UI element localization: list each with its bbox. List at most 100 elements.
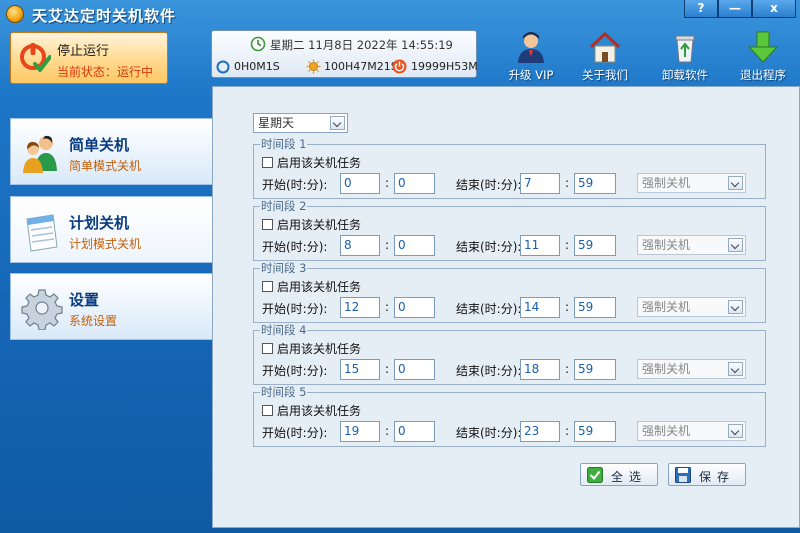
enable-task-checkbox[interactable]: 启用该关机任务 (262, 278, 361, 295)
colon: : (565, 176, 570, 190)
colon: : (385, 238, 390, 252)
checkbox-box[interactable] (262, 405, 273, 416)
chevron-down-icon (728, 176, 743, 190)
colon: : (565, 238, 570, 252)
checkbox-box[interactable] (262, 157, 273, 168)
shutdown-mode-select[interactable]: 强制关机 (637, 235, 746, 255)
end-minute-input[interactable]: 59 (574, 173, 616, 194)
end-hour-input[interactable]: 11 (520, 235, 560, 256)
start-hour-input[interactable]: 8 (340, 235, 380, 256)
shutdown-mode-value: 强制关机 (642, 424, 691, 438)
time-slot-4: 时间段 4 启用该关机任务 开始(时:分): 15 : 0 结束(时:分): 1… (253, 323, 766, 385)
end-minute-input[interactable]: 59 (574, 235, 616, 256)
time-slot-5: 时间段 5 启用该关机任务 开始(时:分): 19 : 0 结束(时:分): 2… (253, 385, 766, 447)
close-button[interactable]: x (752, 0, 796, 18)
colon: : (565, 424, 570, 438)
shutdown-mode-value: 强制关机 (642, 300, 691, 314)
enable-task-label: 启用该关机任务 (277, 342, 362, 356)
exit-program-button[interactable]: 退出程序 (728, 30, 798, 82)
chevron-down-icon (728, 300, 743, 314)
enable-task-checkbox[interactable]: 启用该关机任务 (262, 154, 361, 171)
nav-plan-title: 计划关机 (69, 214, 130, 232)
save-button[interactable]: 保存 (668, 463, 746, 486)
end-label: 结束(时:分): (456, 302, 522, 316)
select-all-button[interactable]: 全选 (580, 463, 658, 486)
current-status: 当前状态：运行中 (57, 65, 154, 79)
end-hour-input[interactable]: 14 (520, 297, 560, 318)
colon: : (385, 362, 390, 376)
checkbox-box[interactable] (262, 281, 273, 292)
nav-plan-shutdown[interactable]: 计划关机 计划模式关机 (10, 196, 212, 263)
home-icon (589, 31, 621, 63)
uptime-counter: 0H0M1S (234, 60, 280, 73)
download-arrow-icon (747, 31, 779, 63)
nav-settings-title: 设置 (69, 291, 100, 309)
start-minute-input[interactable]: 0 (394, 173, 435, 194)
time-slot-2: 时间段 2 启用该关机任务 开始(时:分): 8 : 0 结束(时:分): 11… (253, 199, 766, 261)
start-label: 开始(时:分): (262, 302, 328, 316)
upgrade-vip-label: 升级 VIP (508, 68, 554, 82)
start-label: 开始(时:分): (262, 426, 328, 440)
time-slot-3: 时间段 3 启用该关机任务 开始(时:分): 12 : 0 结束(时:分): 1… (253, 261, 766, 323)
nav-simple-shutdown[interactable]: 简单关机 简单模式关机 (10, 118, 212, 185)
end-minute-input[interactable]: 59 (574, 297, 616, 318)
colon: : (565, 362, 570, 376)
checkbox-box[interactable] (262, 219, 273, 230)
vip-user-icon (518, 32, 544, 63)
shutdown-mode-select[interactable]: 强制关机 (637, 173, 746, 193)
info-box: 星期二 11月8日 2022年 14:55:19 0H0M1S 100H47M2… (211, 30, 477, 78)
clock-icon (250, 36, 266, 52)
stop-run-button[interactable]: 停止运行 当前状态：运行中 (10, 32, 168, 84)
about-us-button[interactable]: 关于我们 (570, 30, 640, 82)
app-window: 天艾达定时关机软件 ? — x 停止运行 当前状态：运行中 星期二 11月8日 … (0, 0, 800, 533)
exit-program-label: 退出程序 (740, 68, 786, 82)
start-hour-input[interactable]: 0 (340, 173, 380, 194)
end-minute-input[interactable]: 59 (574, 421, 616, 442)
checkmark-icon (587, 467, 603, 483)
uninstall-button[interactable]: 卸载软件 (650, 30, 720, 82)
minimize-button[interactable]: — (718, 0, 752, 18)
shutdown-mode-select[interactable]: 强制关机 (637, 421, 746, 441)
start-label: 开始(时:分): (262, 178, 328, 192)
checkbox-box[interactable] (262, 343, 273, 354)
shutdown-mode-value: 强制关机 (642, 176, 691, 190)
shutdown-mode-value: 强制关机 (642, 238, 691, 252)
nav-simple-subtitle: 简单模式关机 (69, 159, 142, 173)
time-slot-title: 时间段 2 (260, 199, 308, 213)
start-hour-input[interactable]: 19 (340, 421, 380, 442)
enable-task-checkbox[interactable]: 启用该关机任务 (262, 216, 361, 233)
start-minute-input[interactable]: 0 (394, 421, 435, 442)
start-minute-input[interactable]: 0 (394, 235, 435, 256)
end-hour-input[interactable]: 18 (520, 359, 560, 380)
enable-task-label: 启用该关机任务 (277, 156, 362, 170)
chevron-down-icon (728, 424, 743, 438)
colon: : (565, 300, 570, 314)
shutdown-mode-select[interactable]: 强制关机 (637, 297, 746, 317)
time-slot-title: 时间段 3 (260, 261, 308, 275)
upgrade-vip-button[interactable]: 升级 VIP (496, 30, 566, 82)
title-bar[interactable]: 天艾达定时关机软件 ? — x (0, 0, 800, 28)
end-hour-input[interactable]: 7 (520, 173, 560, 194)
start-hour-input[interactable]: 12 (340, 297, 380, 318)
end-hour-input[interactable]: 23 (520, 421, 560, 442)
nav-settings[interactable]: 设置 系统设置 (10, 273, 212, 340)
help-button[interactable]: ? (684, 0, 718, 18)
about-us-label: 关于我们 (582, 68, 628, 82)
start-hour-input[interactable]: 15 (340, 359, 380, 380)
start-minute-input[interactable]: 0 (394, 297, 435, 318)
enable-task-label: 启用该关机任务 (277, 280, 362, 294)
end-minute-input[interactable]: 59 (574, 359, 616, 380)
enable-task-checkbox[interactable]: 启用该关机任务 (262, 402, 361, 419)
enable-task-checkbox[interactable]: 启用该关机任务 (262, 340, 361, 357)
start-label: 开始(时:分): (262, 240, 328, 254)
time-slot-title: 时间段 1 (260, 137, 308, 151)
app-title: 天艾达定时关机软件 (32, 7, 177, 25)
refresh-icon (216, 60, 230, 74)
day-select[interactable]: 星期天 (253, 113, 348, 133)
plan-panel: 星期天 时间段 1 启用该关机任务 开始(时:分): 0 : 0 结束(时:分)… (212, 86, 800, 528)
save-label: 保存 (699, 470, 736, 484)
shutdown-mode-select[interactable]: 强制关机 (637, 359, 746, 379)
start-minute-input[interactable]: 0 (394, 359, 435, 380)
time-slot-title: 时间段 4 (260, 323, 308, 337)
users-icon (23, 135, 57, 173)
